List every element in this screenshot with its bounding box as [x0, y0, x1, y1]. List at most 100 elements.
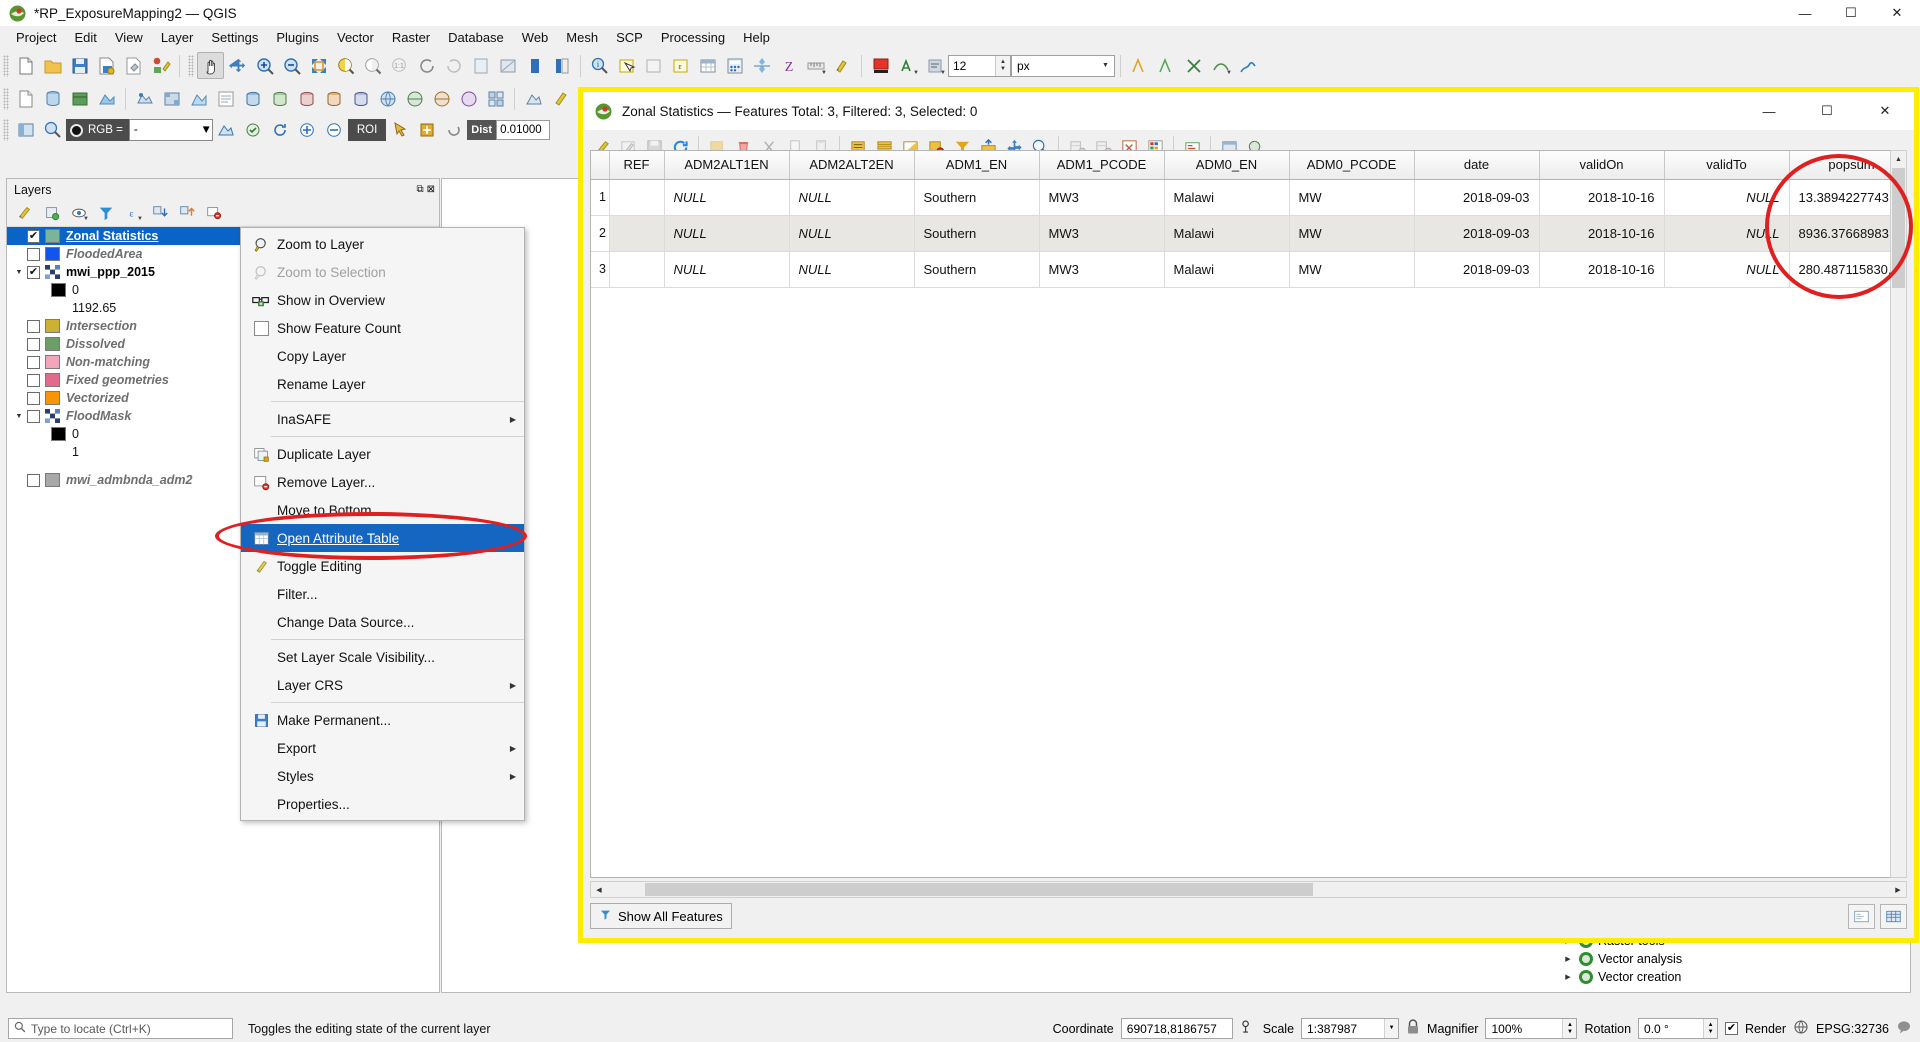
- scp-band-icon[interactable]: [213, 117, 240, 144]
- font-size-stepper[interactable]: ▲▼: [948, 55, 1011, 77]
- layer-visibility-checkbox-8[interactable]: [27, 374, 40, 387]
- context-menu-item-set-layer-scale-visibility[interactable]: Set Layer Scale Visibility...: [241, 643, 524, 671]
- menu-mesh[interactable]: Mesh: [557, 27, 607, 48]
- context-menu-item-inasafe[interactable]: InaSAFE ▶: [241, 405, 524, 433]
- context-menu-item-properties[interactable]: Properties...: [241, 790, 524, 818]
- text-annotation-icon[interactable]: Z: [775, 52, 802, 79]
- menu-vector[interactable]: Vector: [328, 27, 383, 48]
- select-features-icon[interactable]: [613, 52, 640, 79]
- scp-plus-icon[interactable]: [294, 117, 321, 144]
- menu-scp[interactable]: SCP: [607, 27, 652, 48]
- menu-raster[interactable]: Raster: [383, 27, 439, 48]
- label-settings-icon[interactable]: ▼: [921, 52, 948, 79]
- attr-minimize-button[interactable]: —: [1740, 93, 1798, 130]
- attribute-table-vertical-scrollbar[interactable]: ▲: [1890, 150, 1907, 878]
- manage-visibility-icon[interactable]: ▼: [66, 201, 91, 225]
- cell-validto-2[interactable]: NULL: [1664, 215, 1789, 251]
- font-unit-select[interactable]: px ▼: [1011, 55, 1115, 77]
- label-toolbar-d-icon[interactable]: ▼: [1207, 52, 1234, 79]
- pan-to-selection-icon[interactable]: [224, 52, 251, 79]
- new-mesh-layer-icon[interactable]: [93, 85, 120, 112]
- context-menu-item-remove-layer[interactable]: Remove Layer...: [241, 468, 524, 496]
- scp-roi-add-icon[interactable]: [413, 117, 440, 144]
- rotation-stepper[interactable]: 0.0 ° ▲▼: [1638, 1018, 1718, 1039]
- add-wms-icon[interactable]: [374, 85, 401, 112]
- cell-adm0-en-2[interactable]: Malawi: [1164, 215, 1289, 251]
- add-mesh-layer-icon[interactable]: [185, 85, 212, 112]
- new-shapefile-icon[interactable]: [12, 85, 39, 112]
- menu-help[interactable]: Help: [734, 27, 779, 48]
- col-header-adm0-pcode[interactable]: ADM0_PCODE: [1289, 151, 1414, 179]
- pan-map-icon[interactable]: [197, 52, 224, 79]
- cell-adm2alt2en-3[interactable]: NULL: [789, 251, 914, 287]
- add-vector-layer-icon[interactable]: [131, 85, 158, 112]
- menu-processing[interactable]: Processing: [652, 27, 734, 48]
- checkbox-icon[interactable]: [249, 318, 273, 338]
- rotation-arrows[interactable]: ▲▼: [1703, 1019, 1717, 1038]
- scp-minus-icon[interactable]: [321, 117, 348, 144]
- lock-scale-icon[interactable]: [1406, 1019, 1420, 1038]
- measure-line-icon[interactable]: ▼: [802, 52, 829, 79]
- chevron-down-icon-scale[interactable]: ▼: [1384, 1019, 1398, 1038]
- font-color-icon[interactable]: [867, 52, 894, 79]
- coordinate-capture-icon[interactable]: [1240, 1019, 1256, 1038]
- col-header-ref[interactable]: REF: [609, 151, 664, 179]
- menu-web[interactable]: Web: [513, 27, 558, 48]
- collapse-all-icon[interactable]: [174, 201, 199, 225]
- layer-context-menu[interactable]: Zoom to Layer Zoom to Selection Show in …: [240, 227, 525, 821]
- cell-adm2alt2en-2[interactable]: NULL: [789, 215, 914, 251]
- menu-layer[interactable]: Layer: [152, 27, 203, 48]
- processing-group-vector-creation[interactable]: ▶ Vector creation: [1562, 968, 1912, 986]
- pin-labels-icon[interactable]: [829, 52, 856, 79]
- open-layer-styling-panel-icon[interactable]: [12, 201, 37, 225]
- layer-visibility-checkbox-7[interactable]: [27, 356, 40, 369]
- scp-roi-undo-icon[interactable]: [440, 117, 467, 144]
- scp-dock-icon[interactable]: [12, 117, 39, 144]
- cell-adm0-pcode-3[interactable]: MW: [1289, 251, 1414, 287]
- layer-visibility-checkbox-10[interactable]: [27, 410, 40, 423]
- toolbar-grip-3[interactable]: [3, 88, 9, 110]
- close-button[interactable]: ✕: [1874, 0, 1920, 26]
- layer-visibility-checkbox-2[interactable]: [27, 266, 40, 279]
- menu-settings[interactable]: Settings: [202, 27, 267, 48]
- context-menu-item-zoom-to-layer[interactable]: Zoom to Layer: [241, 230, 524, 258]
- new-bookmark-icon[interactable]: [521, 52, 548, 79]
- col-header-adm0-en[interactable]: ADM0_EN: [1164, 151, 1289, 179]
- menu-database[interactable]: Database: [439, 27, 513, 48]
- minimize-button[interactable]: —: [1782, 0, 1828, 26]
- cell-validon-1[interactable]: 2018-10-16: [1539, 179, 1664, 215]
- open-data-source-manager-icon[interactable]: [520, 85, 547, 112]
- measure-icon[interactable]: [748, 52, 775, 79]
- scp-zoom-icon[interactable]: [39, 117, 66, 144]
- filter-legend-icon[interactable]: [93, 201, 118, 225]
- cell-ref-3[interactable]: [609, 251, 664, 287]
- cell-date-1[interactable]: 2018-09-03: [1414, 179, 1539, 215]
- zoom-out-icon[interactable]: [278, 52, 305, 79]
- cell-adm0-en-1[interactable]: Malawi: [1164, 179, 1289, 215]
- new-print-layout-icon[interactable]: [120, 52, 147, 79]
- filter-legend-expression-icon[interactable]: ε ▼: [120, 201, 145, 225]
- select-by-expression-icon[interactable]: ε: [667, 52, 694, 79]
- style-manager-icon[interactable]: [147, 52, 174, 79]
- scroll-left-icon[interactable]: ◀: [591, 882, 607, 897]
- add-group-icon[interactable]: [39, 201, 64, 225]
- context-menu-item-duplicate-layer[interactable]: Duplicate Layer: [241, 440, 524, 468]
- toolbar-grip-2[interactable]: [188, 55, 194, 77]
- col-header-adm1-en[interactable]: ADM1_EN: [914, 151, 1039, 179]
- scp-roi-pointer-icon[interactable]: [386, 117, 413, 144]
- add-oracle-icon[interactable]: [320, 85, 347, 112]
- context-menu-item-open-attribute-table[interactable]: Open Attribute Table: [241, 524, 524, 552]
- cell-date-3[interactable]: 2018-09-03: [1414, 251, 1539, 287]
- cell-adm0-pcode-2[interactable]: MW: [1289, 215, 1414, 251]
- toolbar-grip-4[interactable]: [3, 119, 9, 141]
- attribute-table-horizontal-scrollbar[interactable]: ◀ ▶: [590, 881, 1907, 898]
- menu-edit[interactable]: Edit: [65, 27, 105, 48]
- attr-maximize-button[interactable]: ☐: [1798, 93, 1856, 130]
- menu-view[interactable]: View: [106, 27, 152, 48]
- add-vector-tile-icon[interactable]: [482, 85, 509, 112]
- render-checkbox[interactable]: [1725, 1022, 1738, 1035]
- scroll-up-icon[interactable]: ▲: [1891, 151, 1906, 167]
- cell-adm2alt1en-1[interactable]: NULL: [664, 179, 789, 215]
- layer-visibility-checkbox-6[interactable]: [27, 338, 40, 351]
- vertical-scroll-thumb[interactable]: [1892, 168, 1905, 288]
